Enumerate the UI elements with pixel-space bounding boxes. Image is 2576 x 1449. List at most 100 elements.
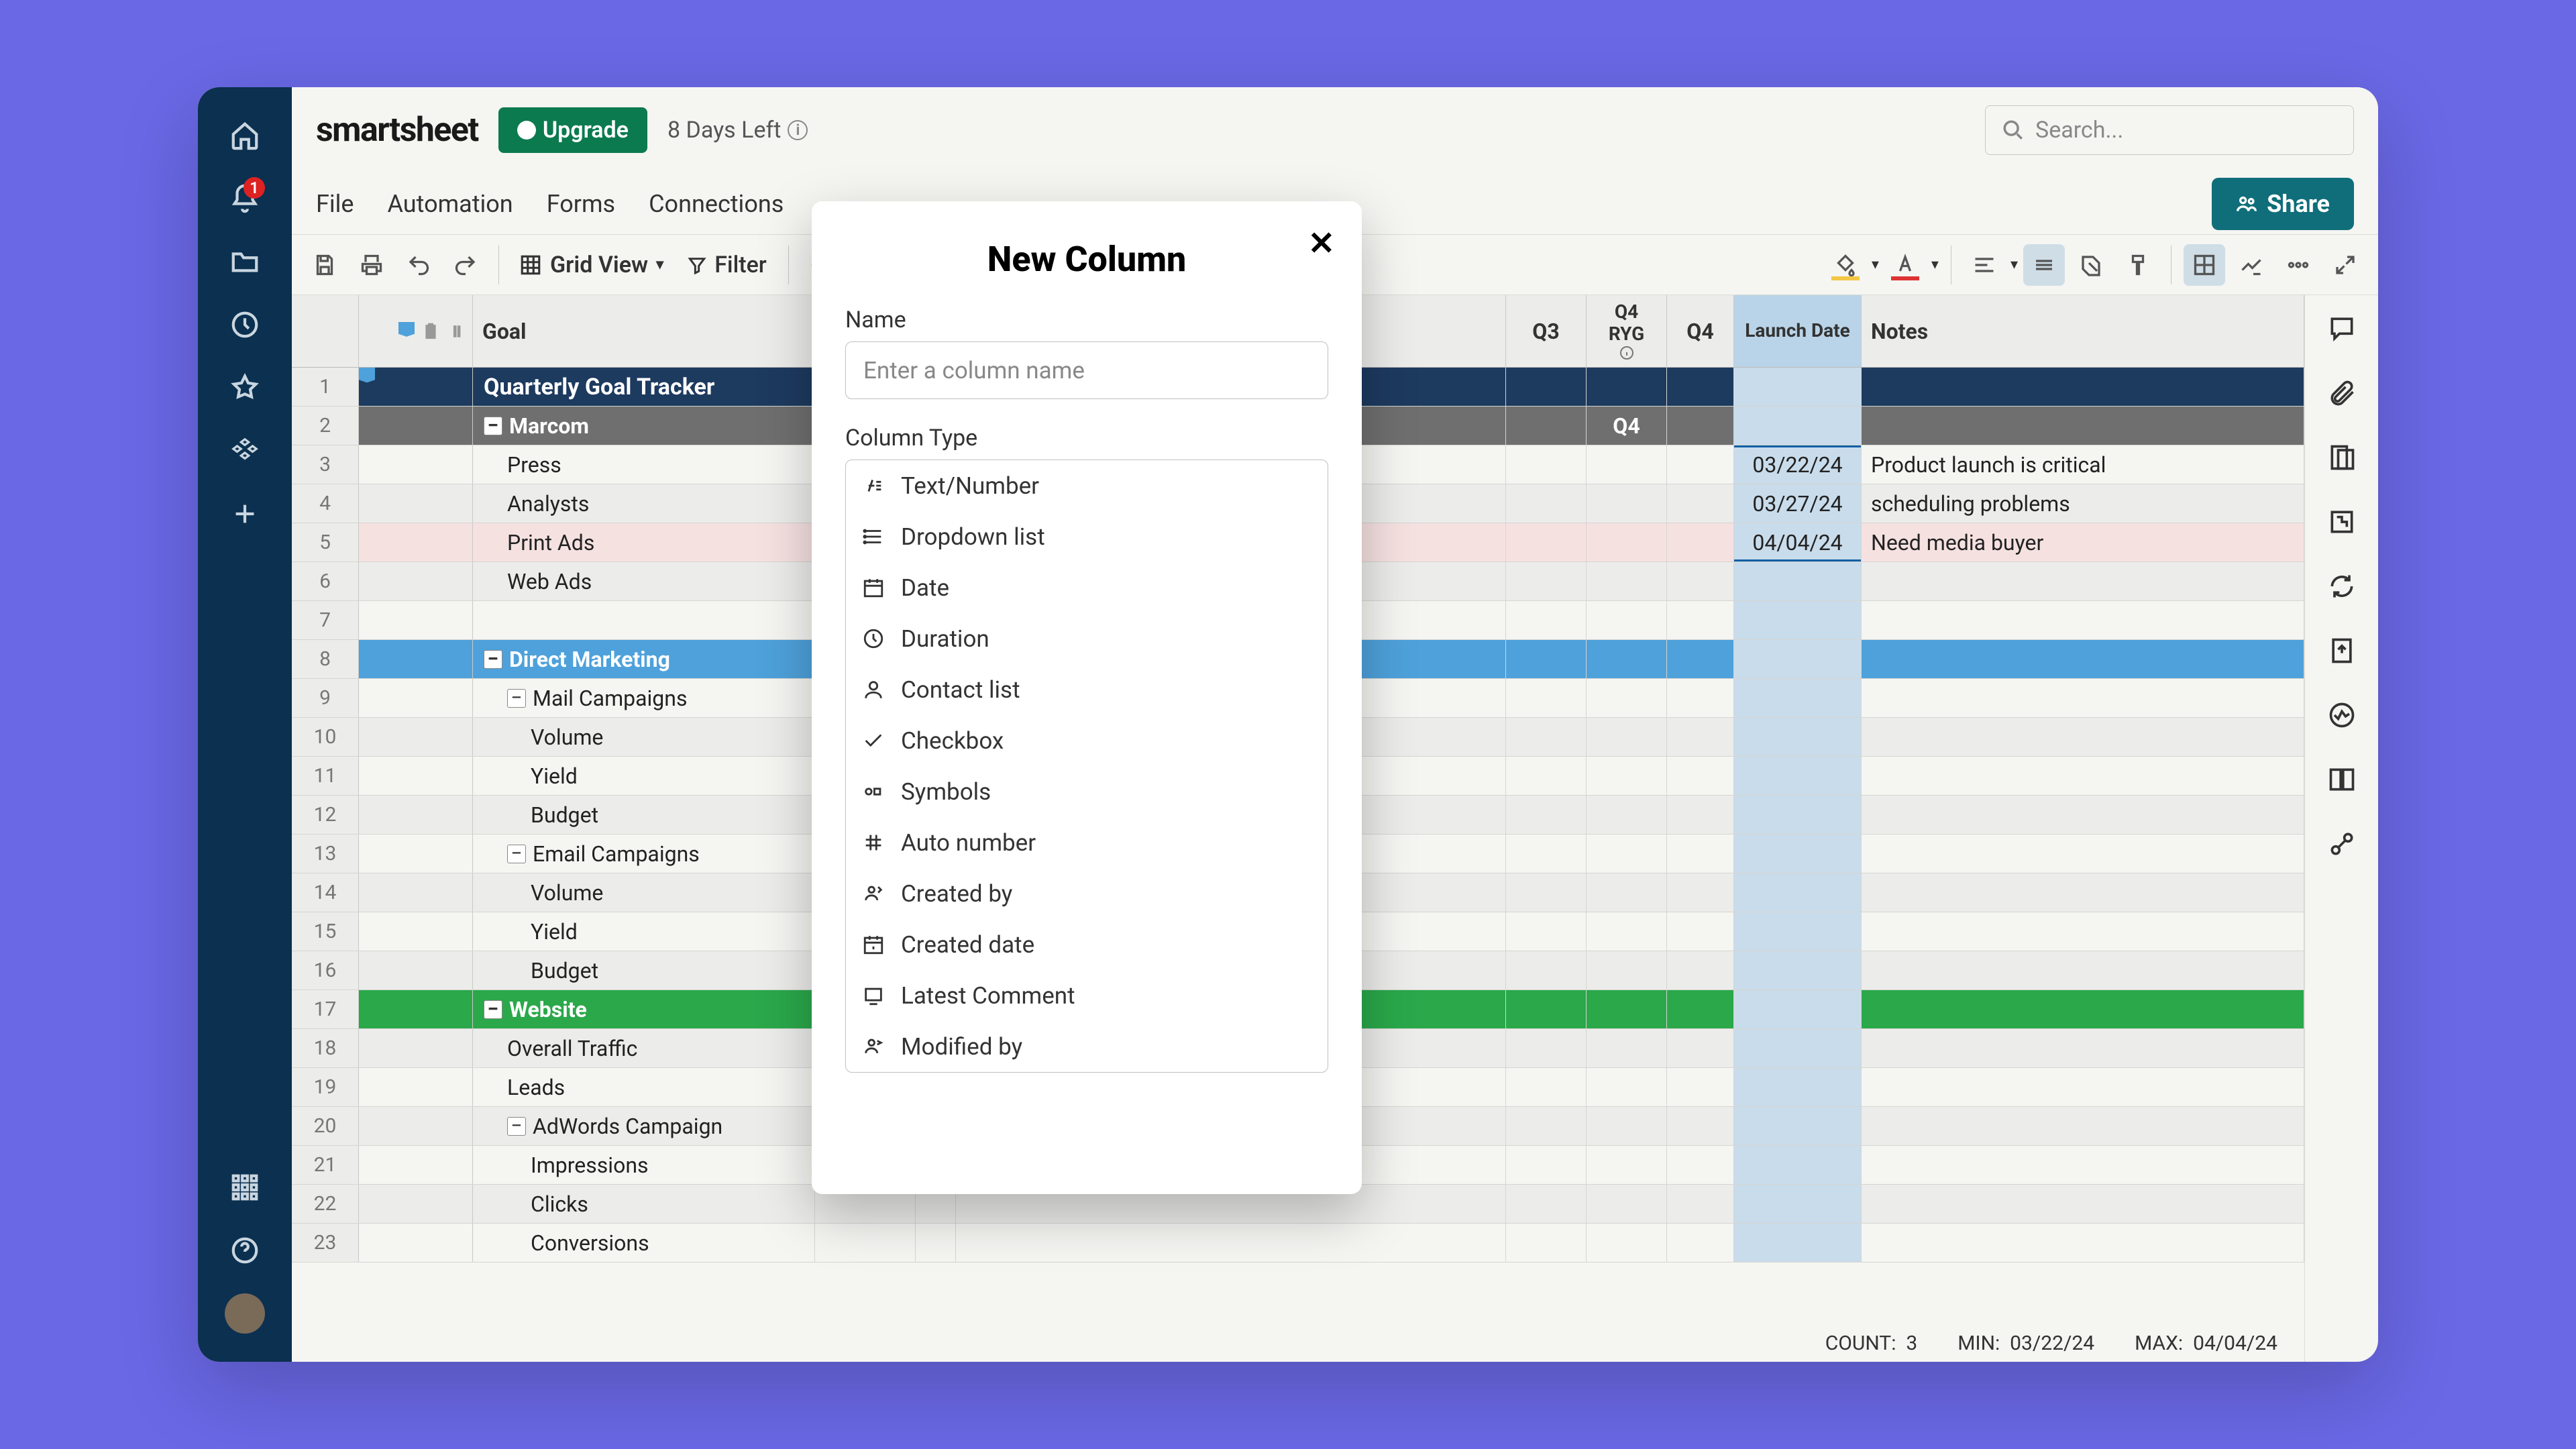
align-middle-icon[interactable] bbox=[2023, 244, 2065, 286]
row-number[interactable]: 12 bbox=[292, 796, 359, 834]
clear-format-icon[interactable] bbox=[2070, 244, 2112, 286]
row-number[interactable]: 15 bbox=[292, 912, 359, 951]
proofs-icon[interactable] bbox=[2322, 437, 2362, 478]
column-type-option[interactable]: Created by bbox=[846, 868, 1328, 919]
col-q4[interactable]: Q4 bbox=[1667, 295, 1734, 367]
nav-add[interactable] bbox=[222, 484, 268, 543]
attachments-icon[interactable] bbox=[2322, 373, 2362, 413]
row-number[interactable]: 14 bbox=[292, 873, 359, 912]
chevron-down-icon[interactable]: ▾ bbox=[1872, 256, 1879, 273]
nav-folder[interactable] bbox=[222, 232, 268, 291]
row-number[interactable]: 20 bbox=[292, 1107, 359, 1145]
collapse-icon[interactable]: − bbox=[507, 845, 526, 863]
column-type-option[interactable]: Date bbox=[846, 562, 1328, 613]
fill-color-icon[interactable] bbox=[1825, 244, 1866, 286]
chevron-down-icon[interactable]: ▾ bbox=[2010, 256, 2018, 273]
column-type-option[interactable]: Dropdown list bbox=[846, 511, 1328, 562]
format-painter-icon[interactable] bbox=[2117, 244, 2159, 286]
activity-icon[interactable] bbox=[2322, 695, 2362, 735]
filter-button[interactable]: Filter bbox=[677, 252, 776, 278]
row-number[interactable]: 11 bbox=[292, 757, 359, 795]
collapse-icon[interactable]: − bbox=[484, 650, 502, 669]
menu-connections[interactable]: Connections bbox=[649, 190, 784, 218]
align-left-icon[interactable] bbox=[1964, 244, 2005, 286]
undo-icon[interactable] bbox=[398, 244, 439, 286]
table-row[interactable]: 23 Conversions bbox=[292, 1224, 2304, 1263]
column-type-option[interactable]: Modified by bbox=[846, 1021, 1328, 1072]
row-number[interactable]: 1 bbox=[292, 368, 359, 406]
days-left: 8 Days Lefti bbox=[667, 117, 808, 144]
nav-favorites[interactable] bbox=[222, 358, 268, 417]
nav-notifications[interactable]: 1 bbox=[222, 169, 268, 228]
column-type-option[interactable]: Created date bbox=[846, 919, 1328, 970]
conditional-format-icon[interactable] bbox=[2184, 244, 2225, 286]
column-type-option[interactable]: Contact list bbox=[846, 664, 1328, 715]
info-icon[interactable]: i bbox=[788, 120, 808, 140]
column-type-option[interactable]: Text/Number bbox=[846, 460, 1328, 511]
row-number[interactable]: 5 bbox=[292, 523, 359, 561]
row-number[interactable]: 23 bbox=[292, 1224, 359, 1262]
highlight-icon[interactable] bbox=[2231, 244, 2272, 286]
row-number[interactable]: 16 bbox=[292, 951, 359, 989]
row-number[interactable]: 18 bbox=[292, 1029, 359, 1067]
column-type-list: Text/NumberDropdown listDateDurationCont… bbox=[845, 460, 1328, 1073]
column-type-option[interactable]: Latest Comment bbox=[846, 970, 1328, 1021]
row-number[interactable]: 6 bbox=[292, 562, 359, 600]
connections-icon[interactable] bbox=[2322, 824, 2362, 864]
type-icon bbox=[862, 1035, 885, 1058]
print-icon[interactable] bbox=[351, 244, 392, 286]
col-launch[interactable]: Launch Date bbox=[1734, 295, 1862, 367]
summary-icon[interactable] bbox=[2322, 759, 2362, 800]
collapse-icon[interactable]: − bbox=[507, 689, 526, 708]
row-number[interactable]: 9 bbox=[292, 679, 359, 717]
collapse-icon[interactable]: − bbox=[484, 1000, 502, 1019]
more-icon[interactable] bbox=[2277, 244, 2319, 286]
row-number[interactable]: 21 bbox=[292, 1146, 359, 1184]
row-number[interactable]: 22 bbox=[292, 1185, 359, 1223]
row-number[interactable]: 8 bbox=[292, 640, 359, 678]
menu-file[interactable]: File bbox=[316, 190, 354, 218]
row-number[interactable]: 2 bbox=[292, 407, 359, 445]
update-requests-icon[interactable] bbox=[2322, 566, 2362, 606]
col-q3[interactable]: Q3 bbox=[1506, 295, 1587, 367]
row-number[interactable]: 4 bbox=[292, 484, 359, 523]
menu-automation[interactable]: Automation bbox=[388, 190, 513, 218]
nav-help[interactable] bbox=[222, 1221, 268, 1280]
close-icon[interactable]: ✕ bbox=[1308, 224, 1335, 262]
nav-apps[interactable] bbox=[222, 1158, 268, 1217]
nav-recents[interactable] bbox=[222, 295, 268, 354]
publish-icon[interactable] bbox=[2322, 631, 2362, 671]
column-type-option[interactable]: Checkbox bbox=[846, 715, 1328, 766]
row-number[interactable]: 13 bbox=[292, 835, 359, 873]
share-button[interactable]: Share bbox=[2212, 178, 2354, 230]
notif-badge: 1 bbox=[244, 177, 265, 199]
collapse-icon[interactable]: − bbox=[507, 1117, 526, 1136]
row-number[interactable]: 3 bbox=[292, 445, 359, 484]
row-number[interactable]: 7 bbox=[292, 601, 359, 639]
col-q4ryg[interactable]: Q4 RYG bbox=[1587, 295, 1667, 367]
save-icon[interactable] bbox=[304, 244, 345, 286]
font-color-icon[interactable] bbox=[1884, 244, 1926, 286]
col-goal[interactable]: Goal bbox=[473, 295, 815, 367]
search-input[interactable]: Search... bbox=[1985, 105, 2354, 155]
col-notes[interactable]: Notes bbox=[1862, 295, 2304, 367]
row-number[interactable]: 19 bbox=[292, 1068, 359, 1106]
grid-view-button[interactable]: Grid View ▾ bbox=[511, 252, 672, 278]
nav-workapps[interactable] bbox=[222, 421, 268, 480]
upgrade-button[interactable]: Upgrade bbox=[498, 107, 647, 153]
chevron-down-icon[interactable]: ▾ bbox=[1931, 256, 1939, 273]
row-number[interactable]: 10 bbox=[292, 718, 359, 756]
column-name-input[interactable]: Enter a column name bbox=[845, 341, 1328, 399]
nav-home[interactable] bbox=[222, 106, 268, 165]
redo-icon[interactable] bbox=[445, 244, 486, 286]
row-number[interactable]: 17 bbox=[292, 990, 359, 1028]
column-type-option[interactable]: Symbols bbox=[846, 766, 1328, 817]
brand-icon[interactable] bbox=[2322, 502, 2362, 542]
comments-icon[interactable] bbox=[2322, 309, 2362, 349]
column-type-option[interactable]: Duration bbox=[846, 613, 1328, 664]
collapse-icon[interactable]: − bbox=[484, 417, 502, 435]
nav-avatar[interactable] bbox=[222, 1284, 268, 1343]
column-type-option[interactable]: Auto number bbox=[846, 817, 1328, 868]
expand-icon[interactable] bbox=[2324, 244, 2366, 286]
menu-forms[interactable]: Forms bbox=[547, 190, 615, 218]
